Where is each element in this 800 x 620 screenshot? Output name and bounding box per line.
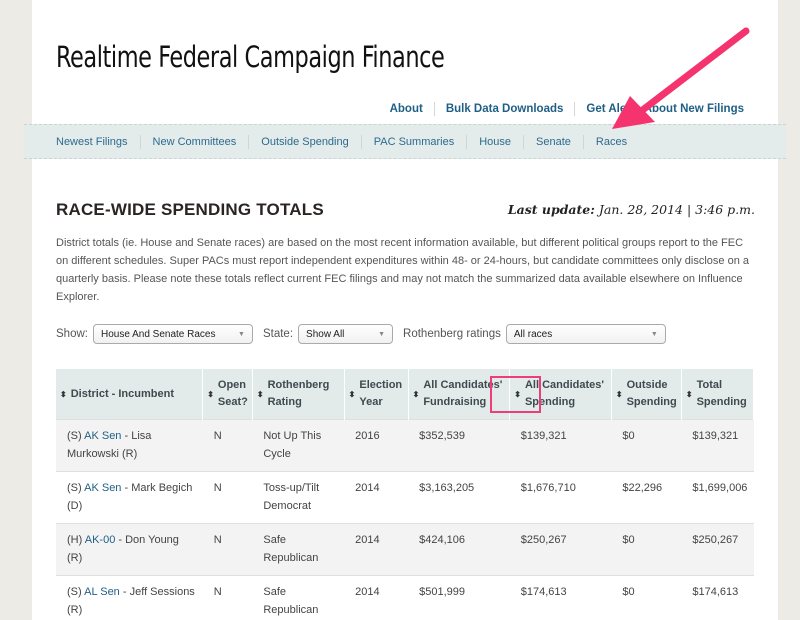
cell-year: 2014 [344,471,409,524]
header-district[interactable]: ⬍ District - Incumbent [56,369,204,420]
cell-district: (S) AK Sen - Lisa Murkowski (R) [56,419,203,472]
cell-open-seat: N [202,471,253,524]
cell-open-seat: N [202,575,253,620]
cell-outside: $0 [611,523,682,576]
show-select[interactable]: House And Senate Races ▼ [92,324,253,344]
nav-senate[interactable]: Senate [524,136,583,148]
header-fundraising[interactable]: ⬍ All Candidates' Fundraising [408,369,511,420]
rating-select[interactable]: All races ▼ [505,324,666,344]
header-election-year[interactable]: ⬍ Election Year [344,369,409,420]
sort-icon: ⬍ [60,389,67,399]
cell-open-seat: N [202,419,253,472]
cell-spending: $1,676,710 [509,471,612,524]
header-outside-spending[interactable]: ⬍ Outside Spending [611,369,682,420]
cell-fundraising: $501,999 [408,575,510,620]
dropdown-arrow-icon: ▼ [650,330,658,338]
sort-icon: ⬍ [207,389,214,399]
header-total-spending[interactable]: ⬍ Total Spending [681,369,755,420]
header-open-seat[interactable]: ⬍ Open Seat? [202,369,253,420]
nav-new-committees[interactable]: New Committees [141,136,249,148]
last-update: Last update: Jan. 28, 2014 | 3:46 p.m. [508,202,755,217]
bulk-data-downloads-link[interactable]: Bulk Data Downloads [435,103,575,115]
sort-icon: ⬍ [348,389,356,399]
rating-label: Rothenberg ratings [403,328,501,340]
last-update-label: Last update: [507,202,595,217]
district-link[interactable]: AL Sen [84,586,120,598]
filters-bar: Show: House And Senate Races ▼ State: Sh… [56,324,676,344]
dropdown-arrow-icon: ▼ [378,330,386,338]
cell-rating: Toss-up/Tilt Democrat [252,471,345,524]
nav-outside-spending[interactable]: Outside Spending [249,136,360,148]
cell-spending: $174,613 [509,575,612,620]
nav-newest-filings[interactable]: Newest Filings [56,136,140,148]
cell-year: 2016 [344,419,409,472]
table-row: (S) AK Sen - Mark Begich (D) N Toss-up/T… [56,471,754,524]
cell-total: $250,267 [681,523,754,576]
sort-icon: ⬍ [514,389,521,399]
cell-spending: $139,321 [509,419,612,472]
table-row: (S) AL Sen - Jeff Sessions (R) N Safe Re… [56,575,754,620]
intro-text: District totals (ie. House and Senate ra… [56,237,749,303]
dropdown-arrow-icon: ▼ [238,330,245,338]
district-link[interactable]: AK Sen [84,482,121,494]
nav-house[interactable]: House [467,136,523,148]
cell-fundraising: $3,163,205 [408,471,510,524]
district-link[interactable]: AK-00 [85,534,116,546]
sort-icon: ⬍ [685,389,693,399]
cell-district: (H) AK-00 - Don Young (R) [56,523,203,576]
cell-district: (S) AK Sen - Mark Begich (D) [56,471,203,524]
cell-total: $139,321 [681,419,754,472]
cell-open-seat: N [202,523,253,576]
site-title: Realtime Federal Campaign Finance [56,40,445,74]
cell-rating: Safe Republican [252,575,345,620]
get-alerts-link[interactable]: Get Alerts About New Filings [575,103,755,115]
section-title: RACE-WIDE SPENDING TOTALS [56,200,324,219]
cell-rating: Safe Republican [252,523,345,576]
show-select-value: House And Senate Races [100,328,216,340]
district-link[interactable]: AK Sen [84,430,121,442]
table-header-row: ⬍ District - Incumbent ⬍ Open Seat? ⬍ Rothen… [56,369,755,420]
nav-races[interactable]: Races [584,136,639,148]
race-spending-table: ⬍ District - Incumbent ⬍ Open Seat? ⬍ Rothen… [56,369,755,620]
utility-nav: About Bulk Data Downloads Get Alerts Abo… [379,102,755,116]
cell-fundraising: $352,539 [408,419,510,472]
cell-fundraising: $424,106 [408,523,510,576]
sort-icon: ⬍ [412,389,420,399]
show-label: Show: [56,328,88,340]
cell-year: 2014 [344,523,409,576]
cell-spending: $250,267 [509,523,612,576]
cell-outside: $0 [611,575,682,620]
state-label: State: [262,328,294,340]
state-select-value: Show All [306,328,345,340]
cell-district: (S) AL Sen - Jeff Sessions (R) [56,575,203,620]
cell-year: 2014 [344,575,409,620]
table-row: (H) AK-00 - Don Young (R) N Safe Republi… [56,523,754,576]
cell-total: $1,699,006 [681,471,754,524]
last-update-value: Jan. 28, 2014 | 3:46 p.m. [598,202,755,217]
cell-outside: $0 [611,419,682,472]
nav-pac-summaries[interactable]: PAC Summaries [362,136,466,148]
state-select[interactable]: Show All ▼ [298,324,394,344]
sort-icon: ⬍ [256,389,264,399]
cell-rating: Not Up This Cycle [252,419,345,472]
rating-select-value: All races [513,328,553,340]
main-nav: Newest Filings New Committees Outside Sp… [24,124,786,159]
sort-icon: ⬍ [615,389,623,399]
cell-outside: $22,296 [611,471,682,524]
header-rothenberg-rating[interactable]: ⬍ Rothenberg Rating [252,369,345,420]
cell-total: $174,613 [681,575,754,620]
header-spending[interactable]: ⬍ All Candidates' Spending [509,369,612,420]
table-row: (S) AK Sen - Lisa Murkowski (R) N Not Up… [56,419,754,472]
about-link[interactable]: About [379,103,434,115]
